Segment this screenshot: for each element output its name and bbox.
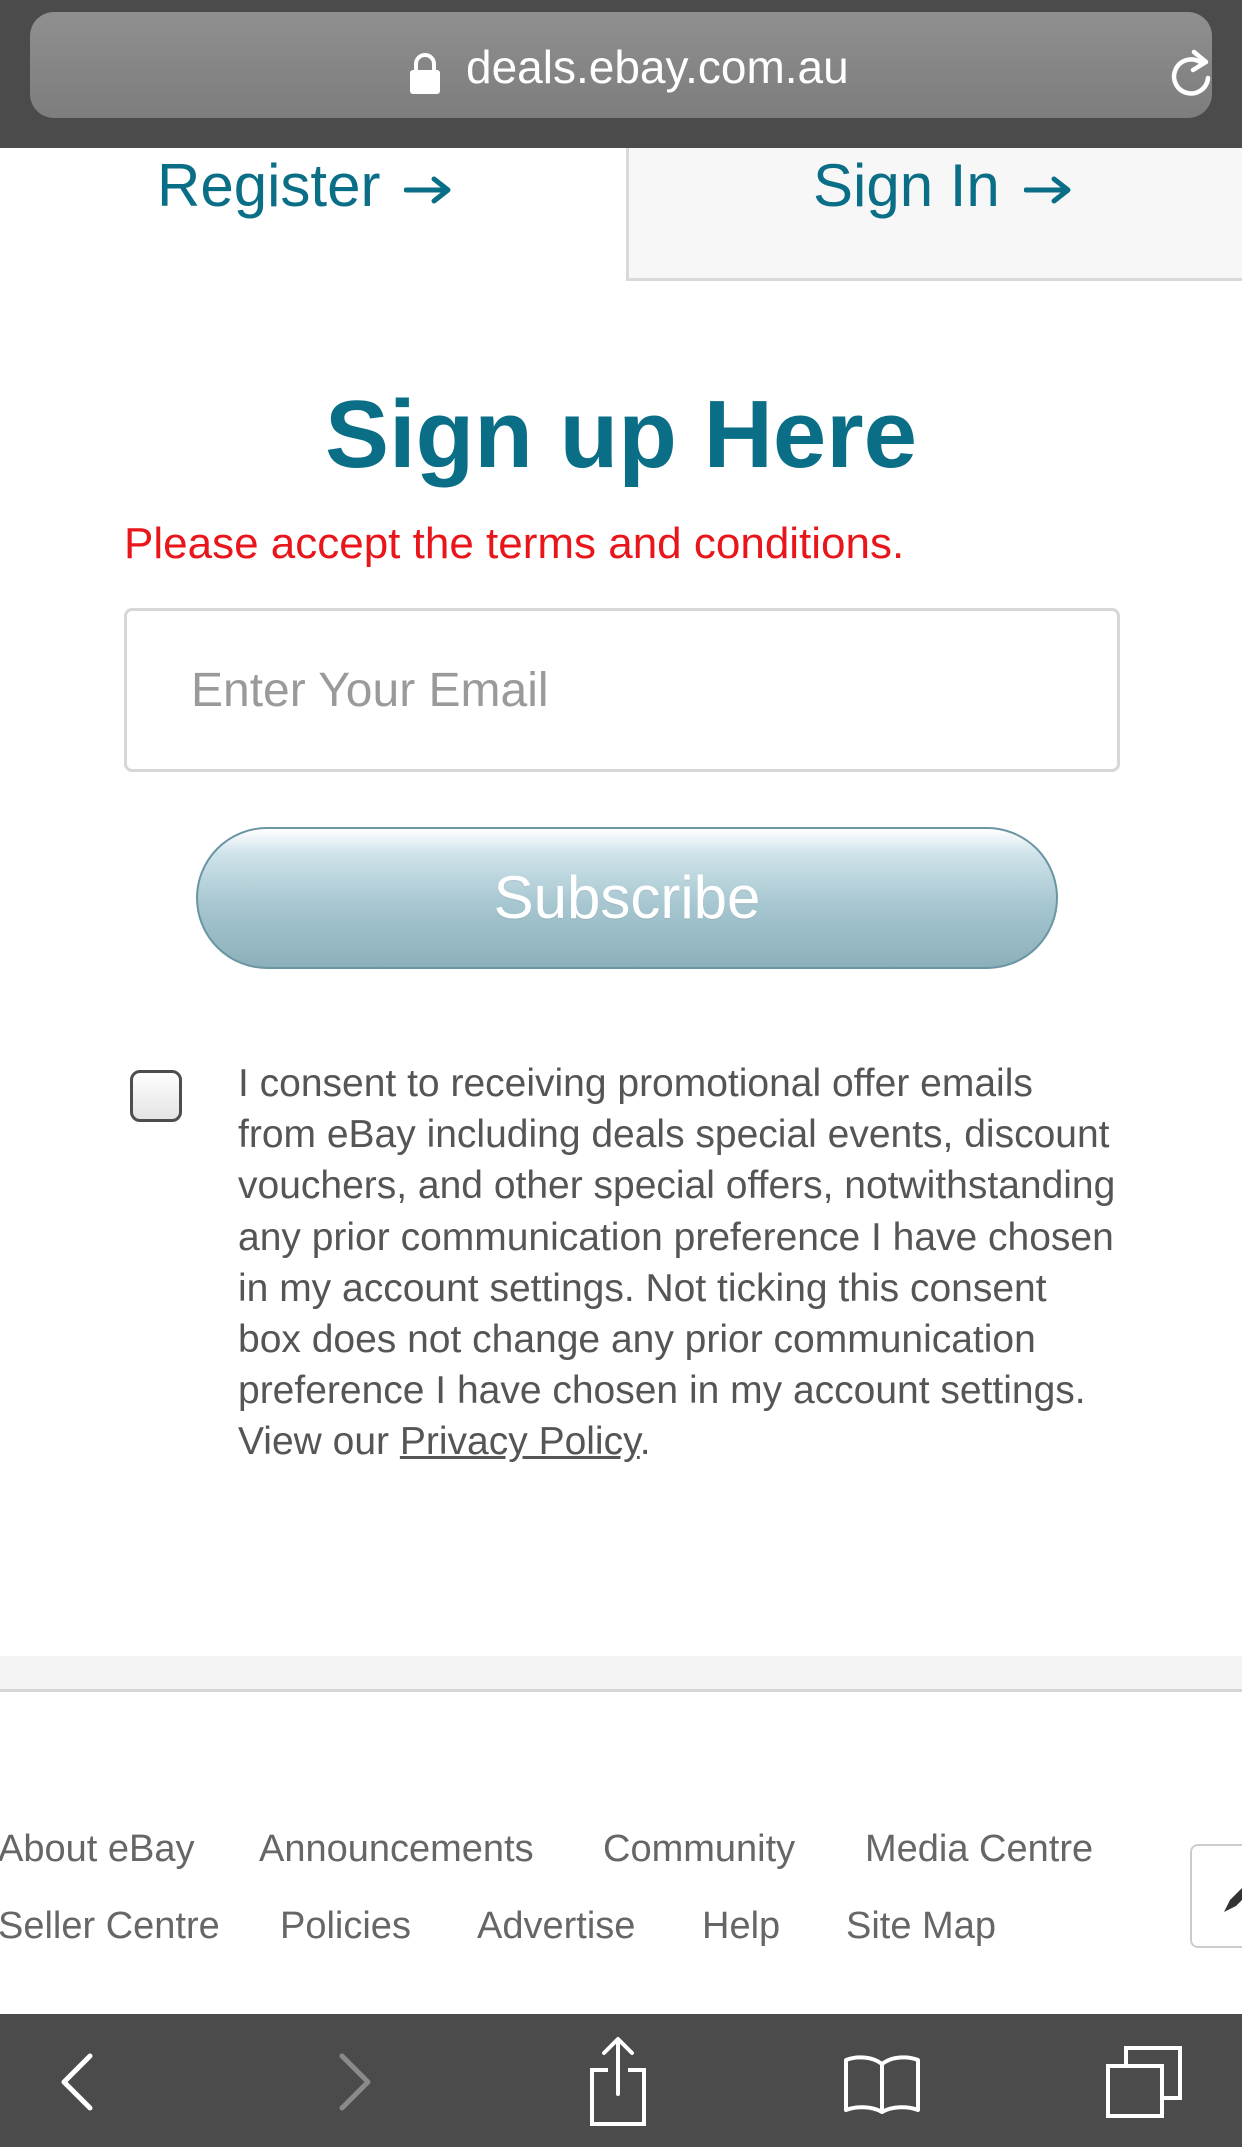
- reload-icon[interactable]: [1166, 48, 1218, 104]
- share-icon[interactable]: [586, 2036, 650, 2128]
- footer-link-seller-centre[interactable]: Seller Centre: [0, 1902, 220, 1950]
- footer-divider: [0, 1656, 1242, 1692]
- error-message: Please accept the terms and conditions.: [124, 519, 905, 568]
- page-title: Sign up Here: [324, 381, 918, 488]
- footer-link-community[interactable]: Community: [603, 1825, 795, 1873]
- consent-text: I consent to receiving promotional offer…: [238, 1058, 1118, 1468]
- bookmarks-icon[interactable]: [842, 2054, 922, 2114]
- address-bar[interactable]: deals.ebay.com.au: [30, 12, 1212, 118]
- tab-register-label: Register: [157, 154, 452, 218]
- lock-icon: [410, 53, 440, 94]
- feedback-widget[interactable]: [1190, 1844, 1242, 1948]
- browser-top-bar: deals.ebay.com.au: [0, 0, 1242, 148]
- consent-end: .: [639, 1420, 651, 1464]
- tab-signin-label: Sign In: [813, 154, 1072, 218]
- tab-register[interactable]: Register: [0, 148, 626, 278]
- privacy-policy-link[interactable]: Privacy Policy: [400, 1420, 640, 1463]
- footer-link-advertise[interactable]: Advertise: [477, 1902, 635, 1950]
- page: deals.ebay.com.au Register Sign In Sign …: [0, 0, 1242, 2147]
- footer-link-media-centre[interactable]: Media Centre: [865, 1825, 1093, 1873]
- url-text: deals.ebay.com.au: [466, 41, 849, 93]
- footer-link-help[interactable]: Help: [702, 1902, 780, 1950]
- footer-link-announcements[interactable]: Announcements: [259, 1825, 534, 1873]
- tab-signin[interactable]: Sign In: [626, 148, 1242, 281]
- pencil-icon: [1224, 1888, 1242, 1912]
- back-icon[interactable]: [58, 2052, 98, 2112]
- email-field[interactable]: [124, 608, 1120, 772]
- tabs-icon[interactable]: [1104, 2044, 1184, 2120]
- footer-link-about-ebay[interactable]: About eBay: [0, 1825, 194, 1873]
- browser-toolbar: [0, 2014, 1242, 2147]
- consent-checkbox[interactable]: [130, 1070, 182, 1122]
- forward-icon[interactable]: [334, 2052, 374, 2112]
- consent-body: I consent to receiving promotional offer…: [238, 1062, 1116, 1464]
- arrow-right-icon: [1023, 176, 1071, 204]
- footer-link-policies[interactable]: Policies: [280, 1902, 411, 1950]
- subscribe-button[interactable]: Subscribe: [196, 827, 1058, 969]
- arrow-right-icon: [404, 176, 451, 204]
- footer-link-site-map[interactable]: Site Map: [846, 1902, 996, 1950]
